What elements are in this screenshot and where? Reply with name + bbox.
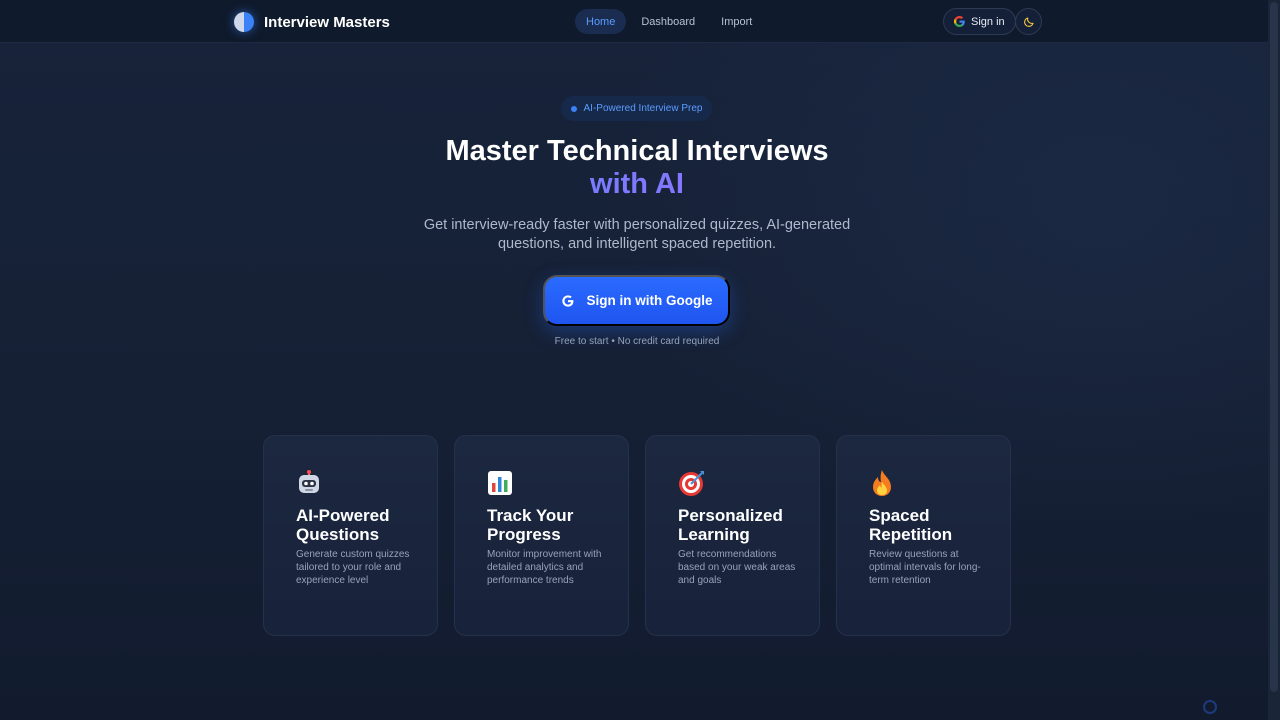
feature-description: Get recommendations based on your weak a…: [678, 549, 796, 586]
bar-chart-icon: [487, 468, 608, 498]
cta-note: Free to start • No credit card required: [554, 336, 720, 347]
feature-title: Track Your Progress: [487, 506, 574, 544]
hero-badge-label: AI-Powered Interview Prep: [583, 103, 703, 114]
robot-icon: [296, 468, 417, 498]
fire-icon: [869, 468, 990, 498]
hero-badge: AI-Powered Interview Prep: [561, 96, 712, 121]
brand[interactable]: Interview Masters: [234, 10, 390, 34]
google-icon: [954, 16, 965, 27]
brand-name: Interview Masters: [264, 13, 390, 31]
scrollbar-thumb[interactable]: [1270, 2, 1278, 692]
feature-card-ai-questions: AI-Powered Questions Generate custom qui…: [263, 435, 438, 636]
google-sign-in-button[interactable]: Sign in with Google: [543, 275, 730, 326]
nav-dashboard[interactable]: Dashboard: [630, 9, 706, 34]
top-navbar: Interview Masters Home Dashboard Import …: [0, 0, 1268, 43]
features-grid: AI-Powered Questions Generate custom qui…: [263, 435, 1011, 636]
feature-title: Spaced Repetition: [869, 506, 953, 544]
theme-toggle-button[interactable]: [1015, 8, 1042, 35]
floating-widget-icon[interactable]: [1203, 700, 1217, 714]
feature-title: AI-Powered Questions: [296, 506, 390, 544]
header-sign-in-button[interactable]: Sign in: [943, 8, 1016, 35]
feature-card-spaced-repetition: Spaced Repetition Review questions at op…: [836, 435, 1011, 636]
badge-dot-icon: [570, 105, 577, 112]
header-sign-in-label: Sign in: [971, 15, 1005, 28]
feature-card-track-progress: Track Your Progress Monitor improvement …: [454, 435, 629, 636]
target-icon: [678, 468, 799, 498]
hero-title-accent: with AI: [340, 168, 934, 201]
google-g-icon: [561, 294, 573, 307]
google-sign-in-label: Sign in with Google: [586, 293, 713, 308]
nav-import[interactable]: Import: [710, 9, 763, 34]
feature-description: Review questions at optimal intervals fo…: [869, 549, 981, 586]
feature-card-personalized: Personalized Learning Get recommendation…: [645, 435, 820, 636]
main-nav: Home Dashboard Import: [575, 9, 763, 34]
hero-title-line1: Master Technical Interviews: [445, 135, 829, 167]
hero-title: Master Technical Interviews with AI: [340, 135, 934, 201]
brand-logo-icon: [234, 12, 254, 32]
moon-icon: [1023, 16, 1034, 27]
page-scrollbar[interactable]: [1268, 0, 1280, 720]
nav-home[interactable]: Home: [575, 9, 627, 34]
hero-subtitle: Get interview-ready faster with personal…: [423, 217, 851, 252]
feature-title: Personalized Learning: [678, 506, 783, 544]
feature-description: Monitor improvement with detailed analyt…: [487, 549, 602, 586]
feature-description: Generate custom quizzes tailored to your…: [296, 549, 410, 586]
